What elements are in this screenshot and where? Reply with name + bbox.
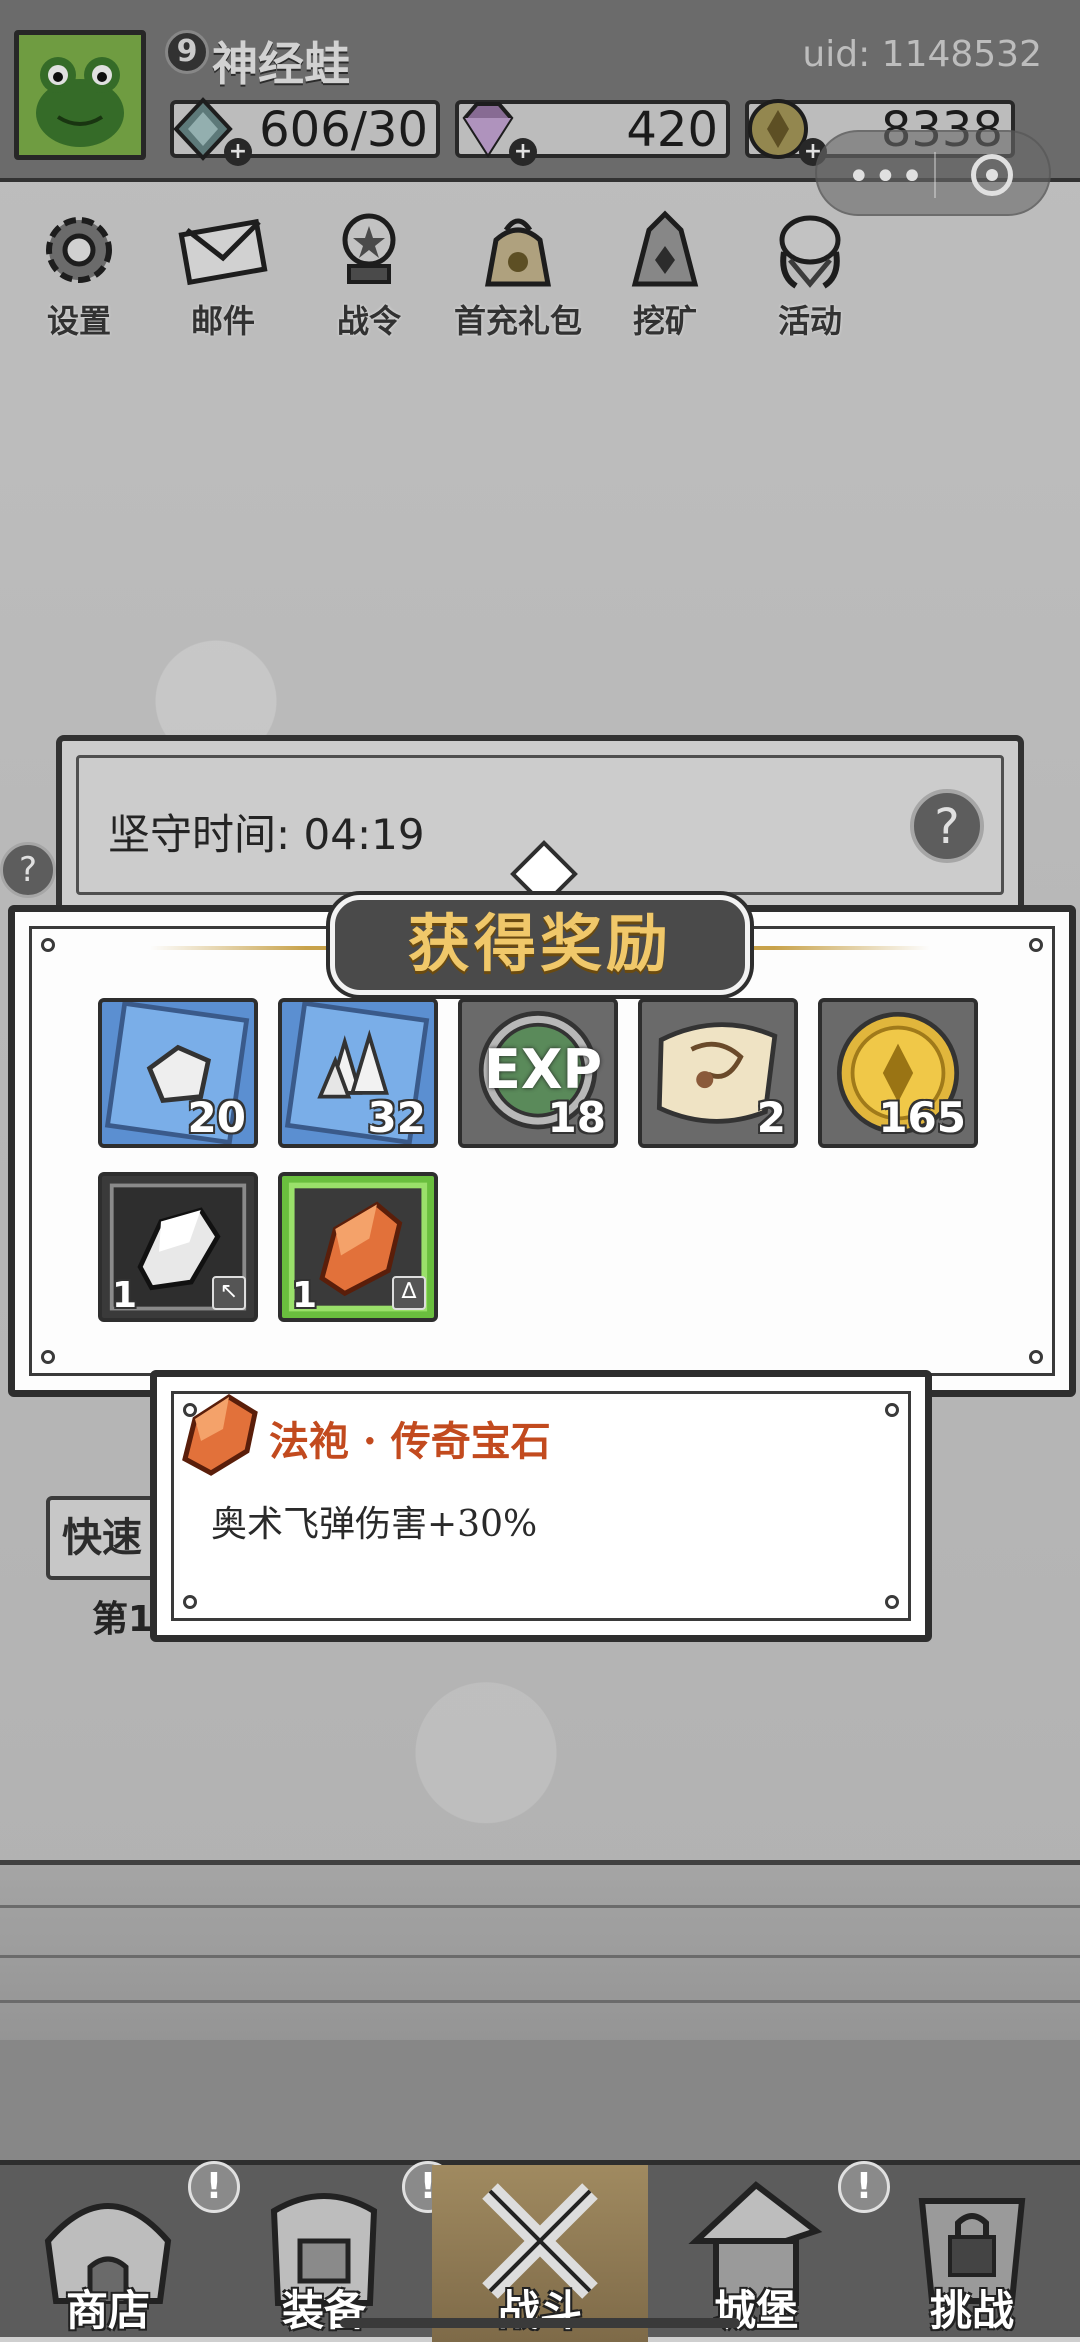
nav-equipment[interactable]: 装备 xyxy=(216,2165,432,2342)
reward-item-silver-gem[interactable]: 1 ↖ xyxy=(98,1172,258,1322)
reward-item-scroll[interactable]: 2 xyxy=(638,998,798,1148)
reward-item-exp[interactable]: EXP 18 xyxy=(458,998,618,1148)
weapon-slot-icon: ↖ xyxy=(212,1276,246,1310)
reward-item-gold-coin[interactable]: 165 xyxy=(818,998,978,1148)
bottom-nav: 商店 ! 装备 ! 战斗 城堡 ! 挑战 xyxy=(0,2160,1080,2342)
reward-item-legendary-gem[interactable]: 1 ∆ xyxy=(278,1172,438,1322)
item-tooltip: 法袍 · 传奇宝石 奥术飞弹伤害+30% xyxy=(150,1370,932,1642)
nav-castle[interactable]: 城堡 xyxy=(648,2165,864,2342)
tooltip-description: 奥术飞弹伤害+30% xyxy=(211,1504,538,1545)
reward-title: 获得奖励 xyxy=(407,907,672,980)
home-indicator xyxy=(340,2318,740,2328)
nav-shop[interactable]: 商店 xyxy=(0,2165,216,2342)
tooltip-title: 法袍 · 传奇宝石 xyxy=(269,1418,551,1465)
legendary-gem-icon xyxy=(182,1394,258,1476)
reward-title-banner: 获得奖励 xyxy=(330,895,750,995)
reward-item-iron-ore[interactable]: 20 xyxy=(98,998,258,1148)
robe-slot-icon: ∆ xyxy=(392,1276,426,1310)
nav-battle[interactable]: 战斗 xyxy=(432,2165,648,2342)
nav-challenge[interactable]: 挑战 xyxy=(864,2165,1080,2342)
reward-item-crystal[interactable]: 32 xyxy=(278,998,438,1148)
